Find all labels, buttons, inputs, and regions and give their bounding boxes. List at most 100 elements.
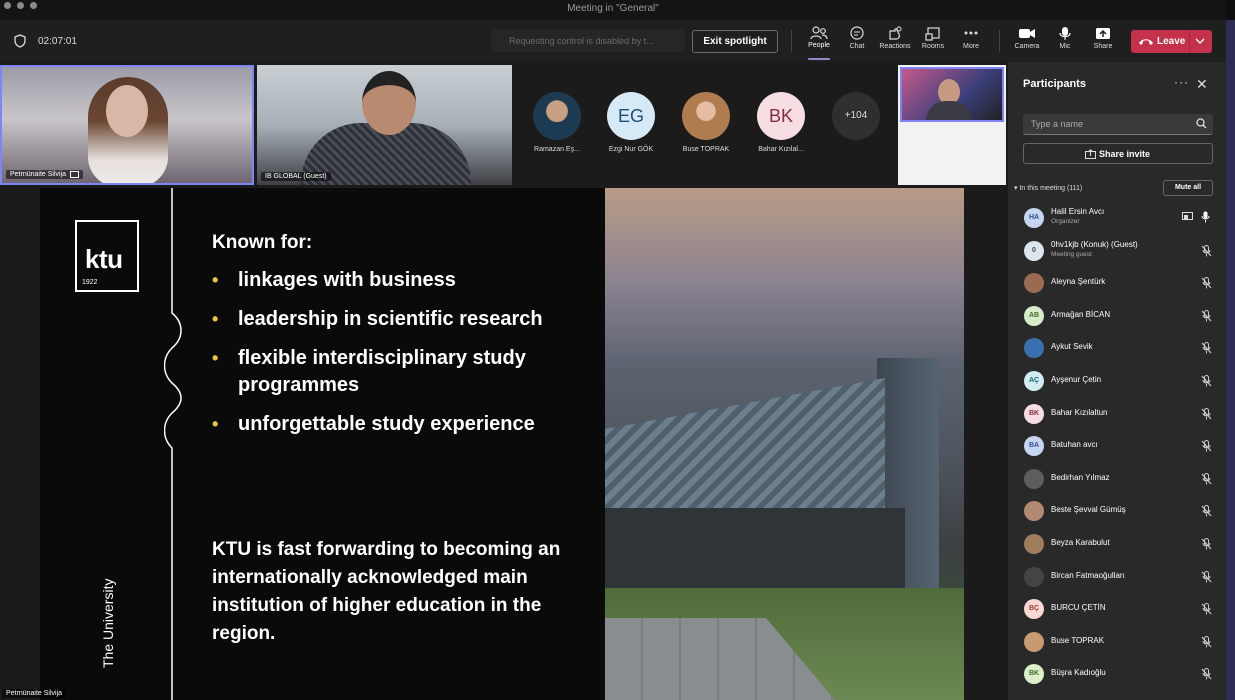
participant-row[interactable]: AB Armağan BİCAN	[1008, 300, 1226, 333]
participant-row[interactable]: BA Batuhan avcı	[1008, 430, 1226, 463]
more-label: More	[963, 43, 979, 50]
window-title: Meeting in "General"	[567, 3, 659, 14]
avatar-name: Bahar Kızılal...	[758, 146, 804, 153]
avatar	[1024, 631, 1044, 652]
exit-spotlight-button[interactable]: Exit spotlight	[692, 30, 778, 53]
mic-off-icon[interactable]	[1201, 603, 1212, 615]
in-meeting-section-toggle[interactable]: ▾ In this meeting (111)	[1014, 184, 1082, 192]
avatar: HA	[1024, 208, 1044, 228]
teams-meeting-window: Meeting in "General" 02:07:01 Requesting…	[0, 0, 1235, 700]
participant-name: Büşra Kadıoğlu	[1051, 668, 1106, 678]
participant-row[interactable]: Aleyna Şentürk	[1008, 267, 1226, 300]
screen-share-icon	[70, 171, 80, 178]
video-name: Petrnünaite Silvija	[10, 171, 67, 178]
self-view-area	[898, 65, 1006, 185]
mic-off-icon[interactable]	[1201, 244, 1212, 257]
people-button[interactable]: People	[799, 26, 839, 49]
reactions-label: Reactions	[879, 43, 911, 50]
slide-bullet-list: linkages with business leadership in sci…	[212, 267, 602, 438]
logo-text: ktu	[85, 244, 123, 274]
participant-row[interactable]: 0 0hv1kjb (Konuk) (Guest) Meeting guest	[1008, 235, 1226, 268]
camera-button[interactable]: Camera	[1007, 26, 1047, 50]
participant-row[interactable]: Bedirhan Yılmaz	[1008, 463, 1226, 496]
phone-hangup-icon	[1139, 39, 1153, 45]
presenter-name-tag: Petrnünaite Silvija	[2, 689, 67, 698]
share-invite-button[interactable]: Share invite	[1023, 143, 1213, 164]
avatar[interactable]: BK	[757, 92, 805, 140]
bullet-item: unforgettable study experience	[212, 411, 602, 438]
participant-row[interactable]: Beyza Karabulut	[1008, 528, 1226, 561]
video-tile-presenter[interactable]: Petrnünaite Silvija	[0, 65, 254, 185]
mic-off-icon[interactable]	[1201, 505, 1212, 517]
overflow-participants-button[interactable]: +104	[832, 92, 880, 140]
participant-row[interactable]: Aykut Sevik	[1008, 332, 1226, 365]
participant-name: Halil Ersin Avcı	[1051, 207, 1105, 216]
request-control-notice: Requesting control is disabled by t...	[491, 30, 685, 52]
participant-row[interactable]: BK Büşra Kadıoğlu	[1008, 658, 1226, 691]
participant-name: BURCU ÇETİN	[1051, 603, 1106, 613]
desktop-edge-strip	[1226, 20, 1235, 700]
chat-icon	[850, 26, 864, 40]
participant-row[interactable]: Buse TOPRAK	[1008, 626, 1226, 659]
leave-button[interactable]: Leave	[1131, 30, 1212, 53]
title-bar: Meeting in "General"	[0, 0, 1226, 20]
mic-button[interactable]: Mic	[1045, 26, 1085, 50]
camera-icon	[1019, 29, 1035, 38]
reactions-button[interactable]: Reactions	[875, 26, 915, 50]
mic-off-icon[interactable]	[1201, 342, 1212, 354]
avatar[interactable]	[682, 92, 730, 140]
participant-search-input[interactable]: Type a name	[1023, 114, 1213, 135]
mic-off-icon[interactable]	[1201, 374, 1212, 387]
close-icon[interactable]: ✕	[1196, 76, 1208, 93]
participant-row[interactable]: HA Halil Ersin Avcı Organizer	[1008, 202, 1226, 235]
participant-name: Aykut Sevik	[1051, 342, 1093, 352]
rooms-icon	[925, 27, 940, 41]
avatar	[1024, 338, 1044, 359]
participant-row[interactable]: AÇ Ayşenur Çetin	[1008, 365, 1226, 398]
video-name-tag: IB GLOBAL (Guest)	[261, 172, 331, 181]
chat-button[interactable]: Chat	[837, 26, 877, 50]
avatar	[1024, 566, 1044, 587]
mic-off-icon[interactable]	[1201, 277, 1212, 289]
mic-off-icon[interactable]	[1201, 635, 1212, 648]
avatar[interactable]: EG	[607, 92, 655, 140]
share-invite-label: Share invite	[1099, 149, 1151, 159]
participant-row[interactable]: BK Bahar Kızılaltun	[1008, 398, 1226, 431]
mute-all-button[interactable]: Mute all	[1163, 180, 1213, 196]
more-button[interactable]: More	[951, 26, 991, 50]
avatar	[1024, 501, 1044, 522]
mic-label: Mic	[1059, 43, 1071, 50]
participant-name: Bedirhan Yılmaz	[1051, 472, 1110, 482]
self-video[interactable]	[900, 67, 1004, 122]
mic-off-icon[interactable]	[1201, 570, 1212, 583]
rooms-button[interactable]: Rooms	[913, 26, 953, 50]
panel-title: Participants	[1023, 78, 1086, 90]
avatar	[1024, 273, 1044, 294]
mic-off-icon[interactable]	[1201, 668, 1212, 680]
participant-name: Bahar Kızılaltun	[1051, 407, 1108, 417]
mic-off-icon[interactable]	[1201, 407, 1212, 420]
participant-row[interactable]: Bircan Fatmaoğulları	[1008, 561, 1226, 594]
avatar-name: Ramazan Eş...	[534, 146, 580, 153]
participants-panel: Participants ··· ✕ Type a name Share inv…	[1008, 62, 1226, 700]
search-icon[interactable]	[1196, 118, 1207, 129]
mic-off-icon[interactable]	[1201, 440, 1212, 452]
mic-off-icon[interactable]	[1201, 309, 1212, 322]
video-tile-guest[interactable]: IB GLOBAL (Guest)	[257, 65, 512, 185]
bullet-item: leadership in scientific research	[212, 306, 602, 333]
reactions-icon	[889, 26, 902, 40]
chevron-down-icon[interactable]	[1195, 38, 1205, 45]
share-button[interactable]: Share	[1083, 26, 1123, 50]
participant-row[interactable]: Beste Şevval Gümüş	[1008, 495, 1226, 528]
mic-icon	[1059, 27, 1071, 40]
logo-year: 1922	[82, 279, 98, 286]
video-name-tag: Petrnünaite Silvija	[6, 170, 84, 179]
mic-off-icon[interactable]	[1201, 472, 1212, 485]
avatar[interactable]	[533, 92, 581, 140]
mic-off-icon[interactable]	[1201, 537, 1212, 550]
mic-icon[interactable]	[1201, 211, 1210, 223]
avatar: AB	[1024, 305, 1044, 326]
share-invite-icon	[1085, 149, 1096, 159]
more-options-icon[interactable]: ···	[1174, 75, 1189, 89]
participant-row[interactable]: BÇ BURCU ÇETİN	[1008, 593, 1226, 626]
